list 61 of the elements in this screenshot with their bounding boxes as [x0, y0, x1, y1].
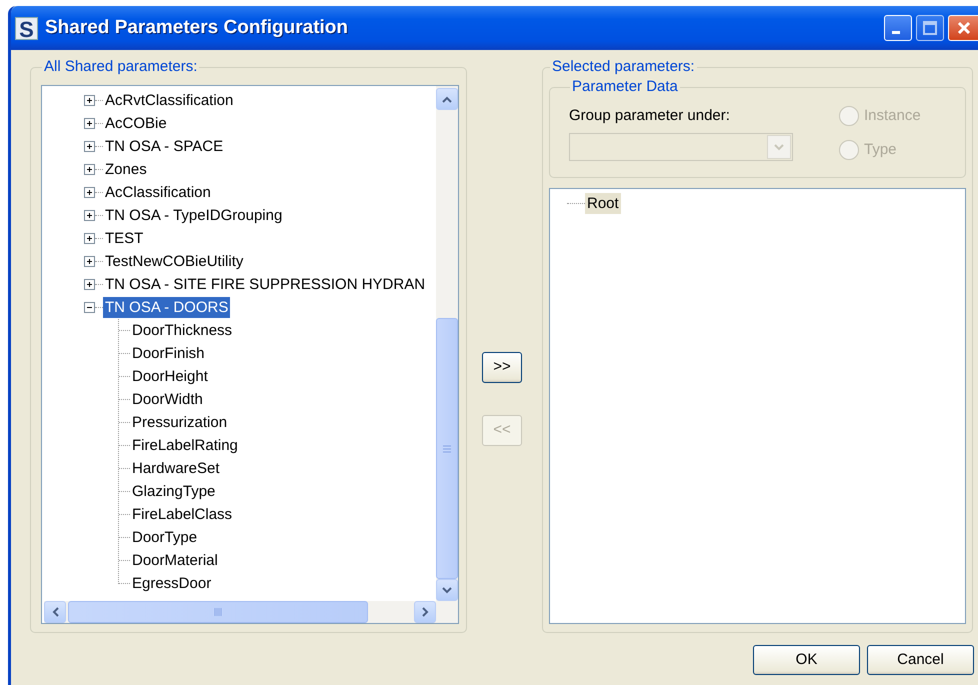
app-logo: S — [15, 16, 38, 40]
close-icon — [956, 21, 970, 35]
horizontal-scrollbar[interactable] — [44, 601, 436, 623]
tree-item[interactable]: DoorType — [130, 527, 200, 548]
expand-icon[interactable] — [84, 210, 95, 221]
scroll-right-button[interactable] — [414, 601, 436, 623]
tree-item[interactable]: AcCOBie — [103, 113, 169, 134]
tree-item[interactable]: HardwareSet — [130, 458, 222, 479]
cancel-button[interactable]: Cancel — [867, 645, 974, 675]
tree-item[interactable]: TN OSA - SPACE — [103, 136, 226, 157]
vertical-scrollbar[interactable] — [436, 86, 458, 601]
scroll-thumb[interactable] — [436, 318, 458, 579]
group-label: All Shared parameters: — [43, 58, 198, 76]
tree-item[interactable]: DoorWidth — [130, 389, 205, 410]
tree-item[interactable]: DoorMaterial — [130, 550, 220, 571]
radio-label: Instance — [864, 106, 921, 126]
grip-icon — [443, 444, 451, 454]
tree-item[interactable]: DoorFinish — [130, 343, 207, 364]
scroll-thumb[interactable] — [68, 601, 368, 623]
tree-item[interactable]: TN OSA - SITE FIRE SUPPRESSION HYDRAN — [103, 274, 428, 295]
tree-item[interactable]: FireLabelRating — [130, 435, 240, 456]
scrollbar-corner — [436, 601, 458, 623]
scroll-left-button[interactable] — [44, 601, 66, 623]
tree-item[interactable]: EgressDoor — [130, 573, 214, 594]
tree-item[interactable]: Zones — [103, 159, 149, 180]
collapse-icon[interactable] — [84, 302, 95, 313]
expand-icon[interactable] — [84, 279, 95, 290]
group-label: Parameter Data — [571, 78, 679, 96]
expand-icon[interactable] — [84, 164, 95, 175]
window-title: Shared Parameters Configuration — [45, 16, 348, 40]
group-label: Selected parameters: — [551, 58, 696, 76]
scroll-down-button[interactable] — [436, 579, 458, 601]
tree-item[interactable]: Root — [585, 193, 621, 214]
expand-icon[interactable] — [84, 141, 95, 152]
tree-item[interactable]: DoorThickness — [130, 320, 234, 341]
tree-item[interactable]: DoorHeight — [130, 366, 210, 387]
tree-item[interactable]: TN OSA - DOORS — [103, 297, 230, 318]
tree-item[interactable]: AcRvtClassification — [103, 90, 236, 111]
tree-item[interactable]: TEST — [103, 228, 146, 249]
scroll-up-button[interactable] — [436, 88, 458, 110]
add-button[interactable]: >> — [482, 352, 522, 383]
expand-icon[interactable] — [84, 118, 95, 129]
tree-item[interactable]: FireLabelClass — [130, 504, 234, 525]
tree-item[interactable]: Pressurization — [130, 412, 230, 433]
expand-icon[interactable] — [84, 256, 95, 267]
maximize-button[interactable] — [916, 15, 944, 41]
maximize-icon — [923, 21, 937, 35]
minimize-button[interactable] — [884, 15, 912, 41]
expand-icon[interactable] — [84, 233, 95, 244]
expand-icon[interactable] — [84, 187, 95, 198]
tree-item[interactable]: GlazingType — [130, 481, 218, 502]
radio-label: Type — [864, 140, 897, 160]
grip-icon — [213, 608, 223, 616]
tree-item[interactable]: TN OSA - TypeIDGrouping — [103, 205, 284, 226]
ok-button[interactable]: OK — [753, 645, 860, 675]
group-label-text: Group parameter under: — [569, 106, 731, 126]
minimize-icon — [892, 31, 900, 34]
tree-item[interactable]: TestNewCOBieUtility — [103, 251, 246, 272]
tree-item[interactable]: AcClassification — [103, 182, 213, 203]
expand-icon[interactable] — [84, 95, 95, 106]
close-button[interactable] — [948, 15, 978, 41]
